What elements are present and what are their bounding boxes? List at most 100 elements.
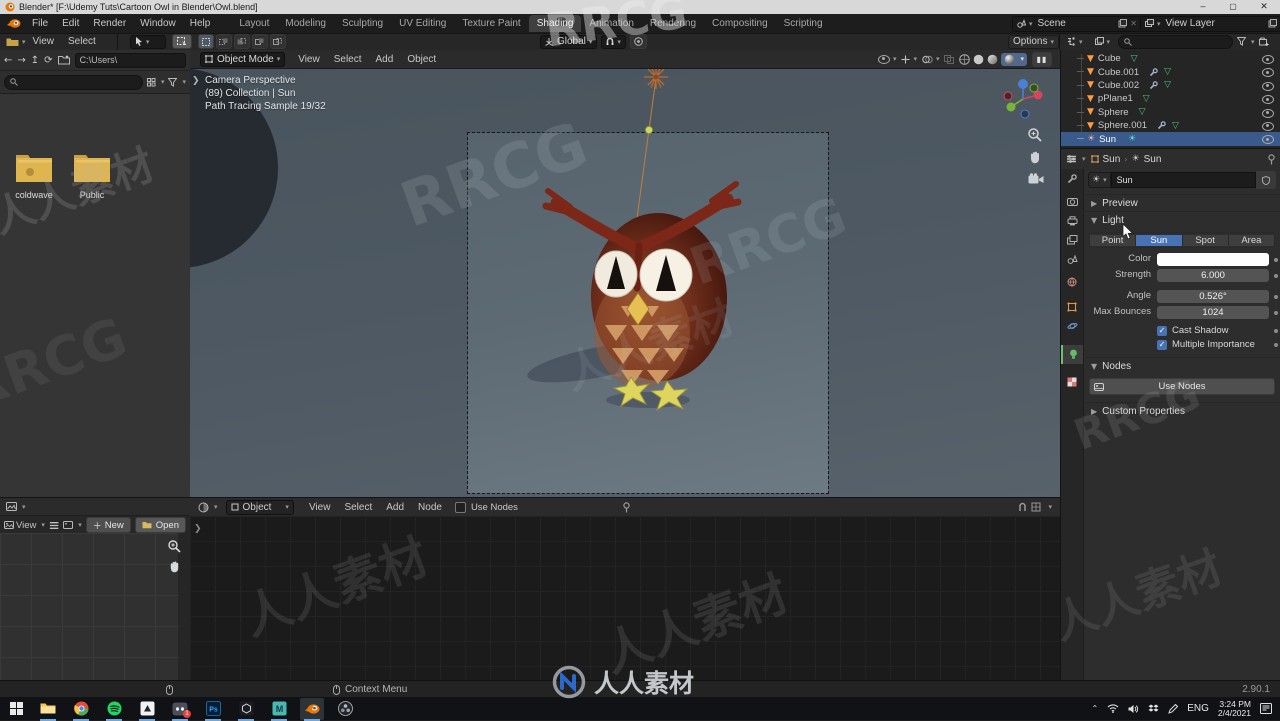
viewport-menu-select[interactable]: Select <box>327 50 369 69</box>
pen-tablet-icon[interactable] <box>1168 703 1179 714</box>
new-collection-icon[interactable] <box>1258 37 1269 47</box>
tab-render[interactable] <box>1061 192 1083 211</box>
tab-texture-paint[interactable]: Texture Paint <box>454 15 528 32</box>
select-mode-subtract[interactable] <box>233 34 250 49</box>
outliner-search-field[interactable] <box>1118 34 1234 49</box>
shader-use-nodes-checkbox[interactable] <box>454 501 466 513</box>
visibility-dropdown[interactable]: ▾ <box>877 54 896 64</box>
hide-eye-icon[interactable] <box>1262 68 1274 78</box>
taskbar-spotify[interactable] <box>102 698 126 721</box>
shading-material-icon[interactable] <box>987 54 998 65</box>
tab-physics[interactable] <box>1061 316 1083 335</box>
close-button[interactable]: ✕ <box>1248 0 1280 14</box>
nav-forward-button[interactable]: → <box>17 55 25 66</box>
outliner-display-mode-dropdown[interactable]: ▾ <box>1090 35 1115 48</box>
light-name-field[interactable]: Sun <box>1110 172 1256 188</box>
file-browser-menu-select[interactable]: Select <box>61 32 103 51</box>
tab-rendering[interactable]: Rendering <box>642 15 704 32</box>
tab-modeling[interactable]: Modeling <box>277 15 334 32</box>
section-light[interactable]: ▼ Light <box>1083 211 1280 228</box>
tab-world[interactable] <box>1061 272 1083 291</box>
image-editor-type-dropdown[interactable]: ▾ <box>6 502 26 511</box>
menu-help[interactable]: Help <box>183 14 218 33</box>
minimize-button[interactable]: – <box>1188 0 1218 14</box>
nav-refresh-button[interactable]: ⟳ <box>44 55 52 66</box>
taskbar-photoshop[interactable]: Ps <box>201 698 225 721</box>
pin-icon[interactable] <box>1267 153 1276 165</box>
language-indicator[interactable]: ENG <box>1187 703 1209 714</box>
outliner-row-cube[interactable]: ▼ Cube ▽ <box>1061 52 1280 65</box>
tab-sculpting[interactable]: Sculpting <box>334 15 391 32</box>
hide-eye-icon[interactable] <box>1262 135 1274 145</box>
toolbar-expand-chevron[interactable]: ❯ <box>192 76 200 86</box>
file-path-field[interactable]: C:\Users\ <box>74 52 186 68</box>
outliner-row-cube002[interactable]: ▼ Cube.002 ▽ <box>1061 79 1280 92</box>
select-mode-invert[interactable] <box>251 34 268 49</box>
viewport-zoom-icon[interactable] <box>1028 128 1042 142</box>
hide-eye-icon[interactable] <box>1262 108 1274 118</box>
strength-field[interactable]: 6.000 <box>1157 269 1269 282</box>
shader-menu-add[interactable]: Add <box>379 498 411 517</box>
hide-eye-icon[interactable] <box>1262 55 1274 64</box>
gizmo-dropdown[interactable]: ▾ <box>901 55 917 64</box>
viewport-3d[interactable]: Object Mode ▾ View Select Add Object ▾ ▾… <box>190 50 1060 497</box>
max-bounces-field[interactable]: 1024 <box>1157 306 1269 319</box>
viewport-pan-hand-icon[interactable] <box>1028 150 1042 164</box>
section-custom-properties[interactable]: ▶ Custom Properties <box>1083 402 1280 419</box>
multiple-importance-checkbox[interactable]: ✓ <box>1157 339 1167 350</box>
taskbar-app-white[interactable] <box>135 698 159 721</box>
image-open-button[interactable]: Open <box>134 517 186 533</box>
shader-menu-view[interactable]: View <box>302 498 338 517</box>
clock[interactable]: 3:24 PM 2/4/2021 <box>1218 699 1251 718</box>
proportional-editing-button[interactable] <box>629 34 647 49</box>
tab-animation[interactable]: Animation <box>581 15 641 32</box>
properties-editor-type-dropdown[interactable]: ▾ <box>1066 154 1086 164</box>
start-button[interactable] <box>4 698 28 720</box>
wifi-icon[interactable] <box>1107 704 1119 713</box>
dropbox-icon[interactable] <box>1148 704 1159 714</box>
volume-icon[interactable] <box>1128 704 1139 714</box>
blender-logo-icon[interactable] <box>6 18 21 29</box>
mode-dropdown[interactable]: Object Mode ▾ <box>200 51 286 67</box>
tab-layout[interactable]: Layout <box>231 15 277 32</box>
light-type-sun[interactable]: Sun <box>1136 234 1183 246</box>
shading-wireframe-icon[interactable] <box>959 53 971 65</box>
file-search-field[interactable] <box>4 74 143 90</box>
cast-shadow-checkbox[interactable]: ✓ <box>1157 325 1167 336</box>
animate-dot[interactable] <box>1274 274 1278 278</box>
file-display-mode-dropdown[interactable]: ▾ <box>146 77 164 87</box>
animate-dot[interactable] <box>1274 258 1278 262</box>
hide-eye-icon[interactable] <box>1262 81 1274 91</box>
taskbar-unity[interactable] <box>234 698 258 721</box>
outliner-row-pplane1[interactable]: ▼ pPlane1 ▽ <box>1061 92 1280 105</box>
tab-scene[interactable] <box>1061 249 1083 268</box>
outliner-row-sphere[interactable]: ▼ Sphere ▽ <box>1061 106 1280 119</box>
taskbar-file-explorer[interactable] <box>36 698 60 721</box>
image-datablock-dropdown[interactable]: ▾ <box>63 521 82 529</box>
file-filter-dropdown[interactable]: ▾ <box>168 77 186 87</box>
new-folder-button[interactable] <box>57 55 70 65</box>
shader-menu-node[interactable]: Node <box>411 498 449 517</box>
tab-compositing[interactable]: Compositing <box>704 15 776 32</box>
maximize-button[interactable]: ▢ <box>1218 0 1248 14</box>
tab-tool[interactable] <box>1061 169 1083 188</box>
light-type-area[interactable]: Area <box>1228 234 1274 246</box>
animate-dot[interactable] <box>1274 295 1278 299</box>
menu-file[interactable]: File <box>25 14 55 33</box>
select-box-tool-button[interactable] <box>171 34 192 49</box>
file-browser-display-icon[interactable] <box>6 37 19 47</box>
navigation-gizmo[interactable] <box>1000 76 1046 122</box>
image-editor-canvas[interactable] <box>0 533 178 681</box>
new-scene-icon[interactable] <box>1118 19 1128 28</box>
overlays-dropdown[interactable]: ▾ <box>922 55 939 64</box>
viewport-camera-icon[interactable] <box>1028 173 1044 185</box>
tab-scripting[interactable]: Scripting <box>776 15 831 32</box>
image-zoom-icon[interactable] <box>168 540 181 553</box>
select-mode-extend[interactable] <box>215 34 232 49</box>
outliner-row-sun-selected[interactable]: ☀ Sun ☀ <box>1061 132 1280 146</box>
outliner-row-cube001[interactable]: ▼ Cube.001 ▽ <box>1061 65 1280 78</box>
select-mode-set[interactable] <box>197 34 214 49</box>
light-color-swatch[interactable] <box>1157 253 1269 266</box>
viewport-menu-view[interactable]: View <box>291 50 327 69</box>
viewport-menu-add[interactable]: Add <box>369 50 401 69</box>
